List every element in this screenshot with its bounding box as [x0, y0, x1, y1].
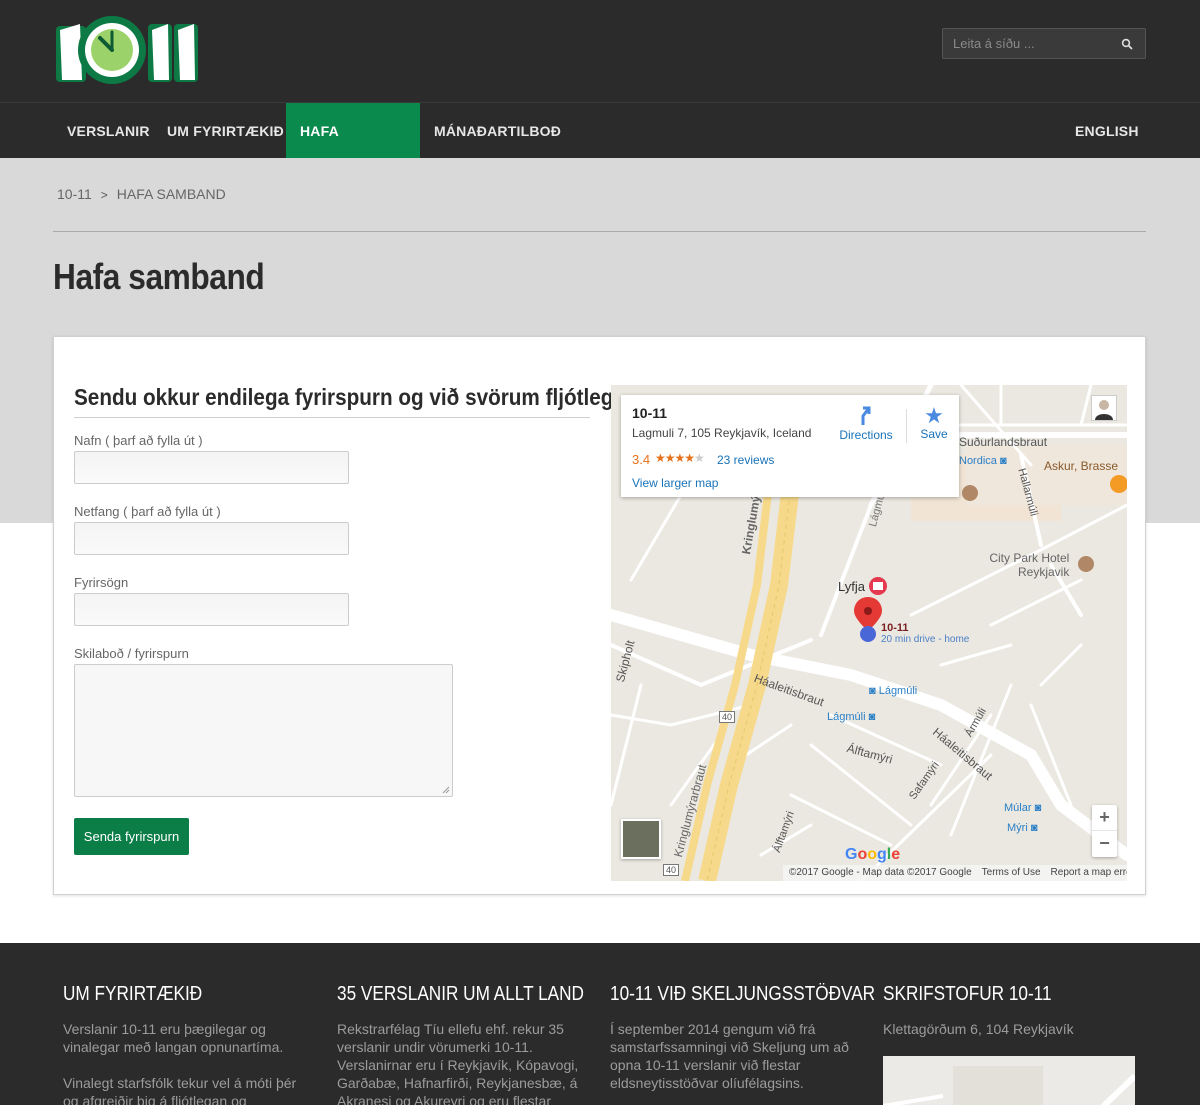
place-rating: 3.4 — [632, 452, 651, 467]
breadcrumb-separator: > — [100, 188, 108, 202]
nav-language-english[interactable]: ENGLISH — [1061, 103, 1153, 159]
map-poi-nordica: Nordica ◙ — [959, 455, 1007, 467]
route-40-badge: 40 — [663, 864, 680, 876]
route-40-badge: 40 — [719, 711, 736, 723]
divider — [53, 231, 1146, 232]
nav-manadartilbod[interactable]: MÁNAÐARTILBOÐ — [420, 103, 575, 159]
divider — [906, 409, 907, 443]
map-poi-lagmuli: Lágmúli ◙ — [827, 711, 876, 723]
nav-um-fyrirtaekid[interactable]: UM FYRIRTÆKIÐ — [153, 103, 298, 159]
footer-col-skeljungur: 10-11 VIÐ SKELJUNGSSTÖÐVAR Í september 2… — [610, 983, 876, 1092]
name-field[interactable] — [74, 451, 349, 484]
footer-heading: 10-11 VIÐ SKELJUNGSSTÖÐVAR — [610, 983, 876, 1005]
map-poi-askur: Askur, Brasse — [1044, 459, 1119, 473]
save-label: Save — [920, 427, 948, 441]
save-button[interactable]: ★ Save — [914, 403, 954, 442]
divider — [74, 417, 590, 418]
footer-text: Verslanir 10-11 eru þægilegar og vinaleg… — [63, 1021, 284, 1055]
site-search — [942, 28, 1146, 59]
breadcrumb: 10-11 > HAFA SAMBAND — [57, 186, 226, 202]
logo-graphic — [56, 16, 198, 84]
view-larger-map-link[interactable]: View larger map — [632, 476, 718, 490]
footer-map[interactable] — [882, 1056, 1138, 1105]
footer-col-offices: SKRIFSTOFUR 10-11 Klettagörðum 6, 104 Re… — [883, 983, 1133, 1038]
footer-text: Vinalegt starfsfólk tekur vel á móti þér… — [63, 1075, 297, 1105]
map-poi-nordica-label: Nordica — [959, 455, 997, 467]
map-poi-city-park-label: Reykjavik — [1018, 565, 1070, 579]
footer-col-about: UM FYRIRTÆKIÐ Verslanir 10-11 eru þægile… — [63, 983, 313, 1105]
search-icon[interactable] — [1121, 38, 1133, 50]
terms-of-use-link[interactable]: Terms of Use — [982, 867, 1041, 878]
message-label: Skilaboð / fyrirspurn — [74, 646, 189, 661]
map-poi-city-park-label: City Park Hotel — [989, 551, 1070, 565]
place-address: Lagmuli 7, 105 Reykjavík, Iceland — [632, 426, 812, 440]
zoom-out-button[interactable]: − — [1092, 831, 1117, 857]
map-poi-city-park-hotel: City Park Hotel Reykjavik — [985, 551, 1069, 579]
site-footer: UM FYRIRTÆKIÐ Verslanir 10-11 eru þægile… — [0, 943, 1200, 1105]
star-icon: ★★★★ — [655, 451, 695, 465]
map-copyright: ©2017 Google - Map data ©2017 Google — [789, 867, 972, 878]
map-attribution: ©2017 Google - Map data ©2017 Google Term… — [783, 865, 1127, 881]
resize-grip-icon[interactable] — [442, 786, 450, 794]
avatar[interactable] — [1091, 395, 1117, 421]
zoom-in-button[interactable]: + — [1092, 805, 1117, 831]
footer-text: Klettagörðum 6, 104 Reykjavík — [883, 1021, 1074, 1037]
form-heading: Sendu okkur endilega fyrirspurn og við s… — [74, 384, 625, 410]
search-input[interactable] — [943, 29, 1113, 58]
map-label-sudurlandsbraut: Suðurlandsbraut — [959, 435, 1048, 449]
footer-heading: 35 VERSLANIR UM ALLT LAND — [337, 983, 584, 1005]
footer-heading: SKRIFSTOFUR 10-11 — [883, 983, 1052, 1005]
directions-label: Directions — [839, 428, 893, 442]
google-logo: Google — [845, 846, 901, 863]
marker-label: 10-11 — [881, 622, 909, 634]
nav-hafa-samband[interactable]: HAFA SAMBAND — [286, 103, 420, 195]
map-poi-lagmuli-label: Lágmúli — [827, 711, 866, 723]
main-nav: VERSLANIR UM FYRIRTÆKIÐ HAFA SAMBAND MÁN… — [0, 102, 1200, 195]
star-icon: ★ — [924, 403, 944, 428]
map-info-card: 10-11 Lagmuli 7, 105 Reykjavík, Iceland … — [621, 395, 959, 497]
map-poi-lyfja: Lyfja — [838, 579, 865, 594]
footer-heading: UM FYRIRTÆKIÐ — [63, 983, 203, 1005]
directions-button[interactable]: Directions — [834, 405, 898, 442]
google-map[interactable]: Kringlumýrarb Kringlumýrarbraut Skipholt… — [611, 385, 1127, 881]
user-icon — [1095, 400, 1113, 420]
map-poi-lagmuli-label: Lágmúli — [878, 685, 918, 697]
breadcrumb-home[interactable]: 10-11 — [57, 186, 92, 202]
marker-sublabel: 20 min drive - home — [881, 634, 970, 645]
rating-stars: ★★★★★ — [655, 451, 705, 465]
reviews-link[interactable]: 23 reviews — [717, 453, 774, 467]
lyfja-icon — [869, 577, 887, 595]
subject-field[interactable] — [74, 593, 349, 626]
map-poi-myri-label: Mýri — [1007, 822, 1028, 834]
directions-icon — [861, 406, 871, 425]
name-label: Nafn ( þarf að fylla út ) — [74, 433, 203, 448]
report-map-error-link[interactable]: Report a map error — [1051, 867, 1127, 878]
site-logo[interactable] — [52, 10, 202, 88]
map-poi-lagmuli: ◙ Lágmúli — [869, 685, 918, 697]
email-field[interactable] — [74, 522, 349, 555]
footer-text: Í september 2014 gengum við frá samstarf… — [610, 1021, 849, 1091]
submit-button[interactable]: Senda fyrirspurn — [74, 818, 189, 855]
message-textarea[interactable] — [74, 664, 453, 797]
nav-verslanir[interactable]: VERSLANIR — [53, 103, 164, 159]
footer-text: Rekstrarfélag Tíu ellefu ehf. rekur 35 v… — [337, 1021, 579, 1105]
footer-map-roads — [882, 1066, 1138, 1105]
place-name: 10-11 — [632, 405, 668, 421]
map-poi-mular: Múlar ◙ — [1004, 802, 1042, 814]
satellite-toggle[interactable] — [621, 819, 661, 859]
subject-label: Fyrirsögn — [74, 575, 129, 590]
site-header — [0, 0, 1200, 102]
map-poi-myri: Mýri ◙ — [1007, 822, 1038, 834]
footer-col-stores: 35 VERSLANIR UM ALLT LAND Rekstrarfélag … — [337, 983, 587, 1105]
map-poi-mular-label: Múlar — [1004, 802, 1032, 814]
page-title: Hafa samband — [53, 256, 265, 297]
email-label: Netfang ( þarf að fylla út ) — [74, 504, 221, 519]
marker-10-11[interactable] — [854, 597, 882, 642]
contact-card: Sendu okkur endilega fyrirspurn og við s… — [53, 336, 1146, 895]
star-icon: ★ — [694, 451, 705, 465]
breadcrumb-current: HAFA SAMBAND — [116, 186, 226, 202]
map-zoom-control: + − — [1092, 805, 1117, 857]
